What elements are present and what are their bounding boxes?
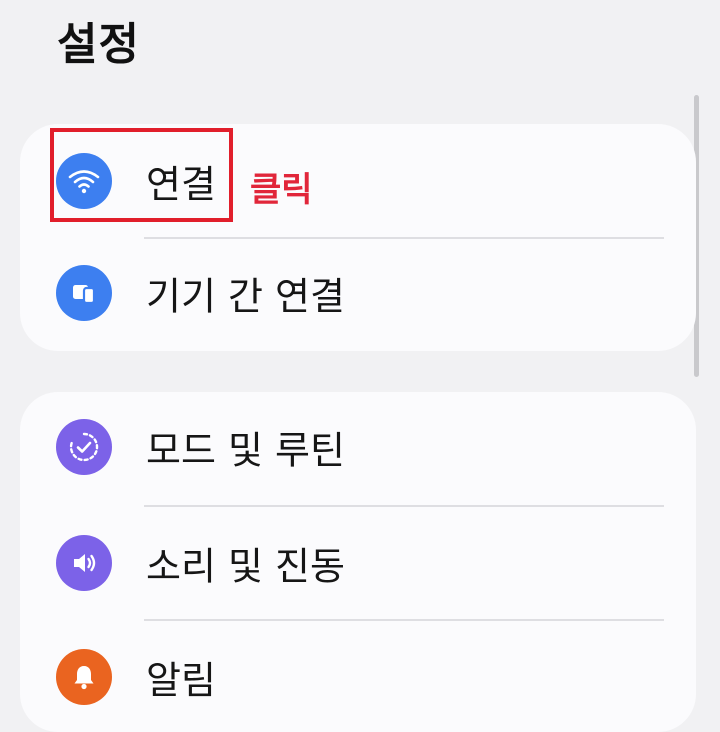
devices-icon xyxy=(56,265,112,321)
bell-icon xyxy=(56,649,112,705)
highlight-box xyxy=(50,128,233,222)
settings-item-label: 소리 및 진동 xyxy=(146,544,345,589)
settings-item-label: 모드 및 루틴 xyxy=(146,428,345,473)
settings-item-label: 기기 간 연결 xyxy=(146,274,345,319)
speaker-icon xyxy=(56,535,112,591)
divider xyxy=(144,619,664,621)
divider xyxy=(144,505,664,507)
settings-item-device-connections[interactable]: 기기 간 연결 xyxy=(20,243,696,343)
routine-check-icon xyxy=(56,419,112,475)
page-title: 설정 xyxy=(57,19,140,70)
divider xyxy=(144,237,664,239)
settings-item-sound-vibration[interactable]: 소리 및 진동 xyxy=(20,513,696,613)
settings-item-label: 알림 xyxy=(146,658,216,703)
settings-item-notifications[interactable]: 알림 xyxy=(20,627,696,727)
settings-item-modes-routines[interactable]: 모드 및 루틴 xyxy=(20,397,696,497)
click-annotation: 클릭 xyxy=(250,170,313,210)
settings-group-modes: 모드 및 루틴 소리 및 진동 알림 xyxy=(20,392,696,732)
